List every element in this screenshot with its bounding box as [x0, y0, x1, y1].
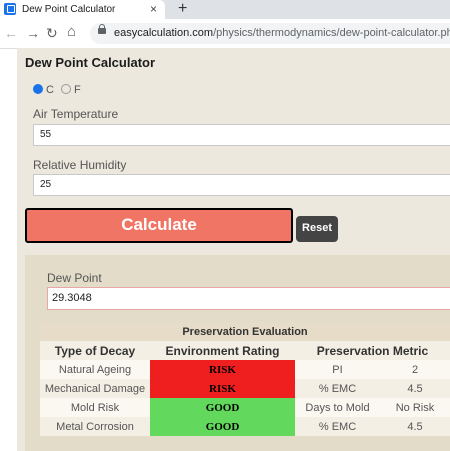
tab-close-icon[interactable]: × [150, 2, 157, 16]
url-text: easycalculation.com/physics/thermodynami… [114, 27, 450, 39]
metric-name: PI [295, 360, 380, 379]
tab-title: Dew Point Calculator [22, 4, 116, 15]
lock-icon [98, 24, 106, 34]
relative-humidity-input[interactable]: 25 [33, 174, 450, 196]
decay-type: Natural Ageing [40, 360, 150, 379]
rating-badge: RISK [150, 379, 295, 398]
metric-value: No Risk [380, 398, 450, 417]
tab-strip: Dew Point Calculator × + [0, 0, 450, 19]
table-row: Natural Ageing RISK PI 2 [40, 360, 450, 379]
decay-type: Mechanical Damage [40, 379, 150, 398]
radio-selected-icon [33, 84, 43, 94]
calculate-label: Calculate [121, 215, 197, 234]
metric-value: 4.5 [380, 417, 450, 436]
metric-name: Days to Mold [295, 398, 380, 417]
dew-point-label: Dew Point [47, 271, 102, 285]
column-header-rating: Environment Rating [150, 341, 295, 360]
preservation-table: Preservation Evaluation Type of Decay En… [40, 322, 450, 436]
page-title: Dew Point Calculator [25, 55, 156, 70]
column-header-type: Type of Decay [40, 341, 150, 360]
site-favicon-icon [4, 3, 16, 15]
table-row: Metal Corrosion GOOD % EMC 4.5 [40, 417, 450, 436]
home-icon[interactable]: ⌂ [67, 23, 76, 40]
dew-point-output[interactable]: 29.3048 [47, 287, 450, 310]
rating-badge: RISK [150, 360, 295, 379]
decay-type: Metal Corrosion [40, 417, 150, 436]
air-temperature-input[interactable]: 55 [33, 124, 450, 146]
column-header-metric: Preservation Metric [295, 341, 450, 360]
decay-type: Mold Risk [40, 398, 150, 417]
metric-name: % EMC [295, 379, 380, 398]
relative-humidity-label: Relative Humidity [33, 158, 127, 172]
calculate-button[interactable]: Calculate [25, 208, 293, 243]
forward-arrow-icon[interactable]: → [26, 25, 40, 41]
reset-button[interactable]: Reset [296, 216, 338, 242]
url-domain: easycalculation.com [114, 27, 214, 39]
reset-label: Reset [302, 222, 332, 234]
metric-value: 2 [380, 360, 450, 379]
relative-humidity-value: 25 [40, 179, 52, 190]
browser-toolbar: ← → ↻ ⌂ easycalculation.com/physics/ther… [0, 19, 450, 49]
unit-f-label: F [74, 84, 81, 96]
calculator-panel: Dew Point Calculator C F Air Temperature… [17, 48, 450, 451]
dew-point-value: 29.3048 [52, 292, 92, 304]
table-title: Preservation Evaluation [40, 322, 450, 341]
unit-c-label: C [46, 84, 54, 96]
browser-tab[interactable]: Dew Point Calculator × [0, 0, 165, 19]
new-tab-icon[interactable]: + [178, 0, 187, 18]
air-temperature-value: 55 [40, 129, 52, 140]
rating-badge: GOOD [150, 417, 295, 436]
metric-name: % EMC [295, 417, 380, 436]
rating-badge: GOOD [150, 398, 295, 417]
back-arrow-icon[interactable]: ← [4, 25, 18, 41]
address-bar[interactable]: easycalculation.com/physics/thermodynami… [90, 23, 450, 44]
unit-radio-f[interactable]: F [61, 84, 81, 96]
table-row: Mold Risk GOOD Days to Mold No Risk [40, 398, 450, 417]
table-row: Mechanical Damage RISK % EMC 4.5 [40, 379, 450, 398]
unit-radio-c[interactable]: C [33, 84, 54, 96]
result-panel: Dew Point 29.3048 Preservation Evaluatio… [25, 255, 450, 451]
url-path: /physics/thermodynamics/dew-point-calcul… [213, 27, 450, 39]
metric-value: 4.5 [380, 379, 450, 398]
radio-unselected-icon [61, 84, 71, 94]
air-temperature-label: Air Temperature [33, 107, 119, 121]
reload-icon[interactable]: ↻ [46, 25, 58, 42]
